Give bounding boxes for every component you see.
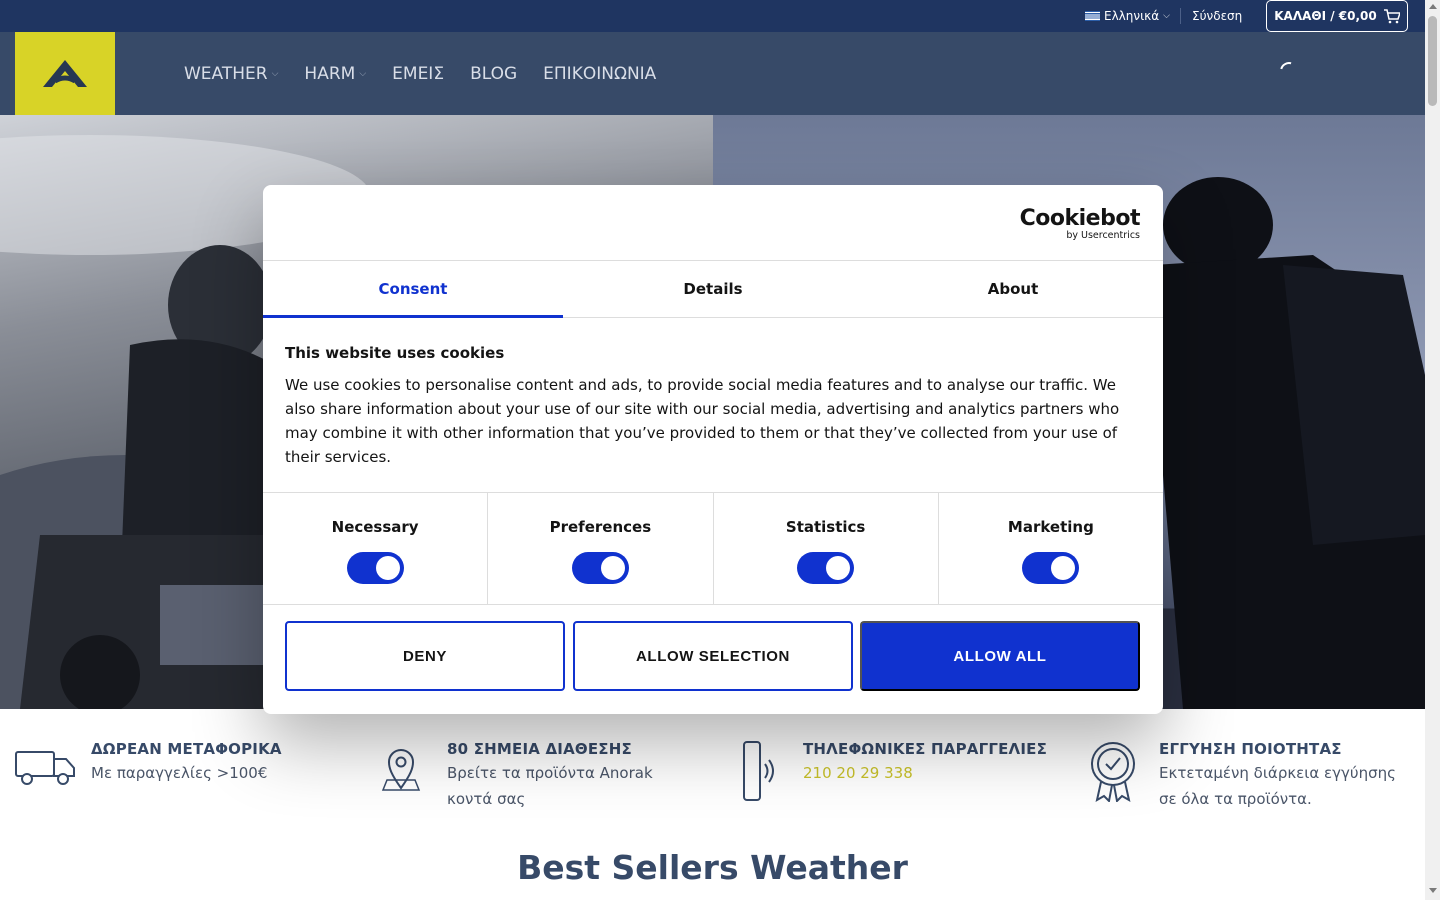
allow-selection-button[interactable]: ALLOW SELECTION <box>573 621 853 691</box>
statistics-toggle[interactable] <box>797 552 855 584</box>
scroll-thumb[interactable] <box>1428 16 1437 106</box>
page-scrollbar[interactable] <box>1425 0 1440 900</box>
toggle-knob <box>1051 556 1076 580</box>
scroll-down-arrow-icon[interactable] <box>1429 888 1437 893</box>
category-label: Preferences <box>549 518 652 536</box>
cookiebot-brand-sub: by Usercentrics <box>1066 230 1140 241</box>
cookie-tabs: Consent Details About <box>263 260 1163 318</box>
toggle-knob <box>375 556 400 580</box>
cookie-consent-dialog: Cookiebot by Usercentrics Consent Detail… <box>263 185 1163 714</box>
category-preferences: Preferences <box>488 493 714 604</box>
necessary-toggle[interactable] <box>346 552 404 584</box>
deny-button[interactable]: DENY <box>285 621 565 691</box>
tab-details[interactable]: Details <box>563 261 863 317</box>
category-label: Marketing <box>1007 518 1094 536</box>
tab-consent[interactable]: Consent <box>263 261 563 318</box>
cookie-title: This website uses cookies <box>285 344 505 362</box>
cookie-categories: Necessary Preferences Statistics Marketi… <box>263 492 1163 605</box>
category-statistics: Statistics <box>714 493 939 604</box>
category-label: Necessary <box>331 518 419 536</box>
scroll-up-arrow-icon[interactable] <box>1429 4 1437 9</box>
marketing-toggle[interactable] <box>1022 552 1080 584</box>
cookiebot-logo: Cookiebot by Usercentrics <box>1019 206 1141 241</box>
toggle-knob <box>826 556 851 580</box>
preferences-toggle[interactable] <box>571 552 629 584</box>
category-marketing: Marketing <box>939 493 1163 604</box>
cookie-overlay: Cookiebot by Usercentrics Consent Detail… <box>0 0 1425 900</box>
allow-all-button[interactable]: ALLOW ALL <box>860 621 1140 691</box>
category-necessary: Necessary <box>263 493 489 604</box>
category-label: Statistics <box>785 518 866 536</box>
tab-about[interactable]: About <box>863 261 1163 317</box>
toggle-knob <box>600 556 625 580</box>
cookie-description: We use cookies to personalise content an… <box>285 376 1120 466</box>
cookiebot-brand: Cookiebot <box>1019 206 1141 231</box>
